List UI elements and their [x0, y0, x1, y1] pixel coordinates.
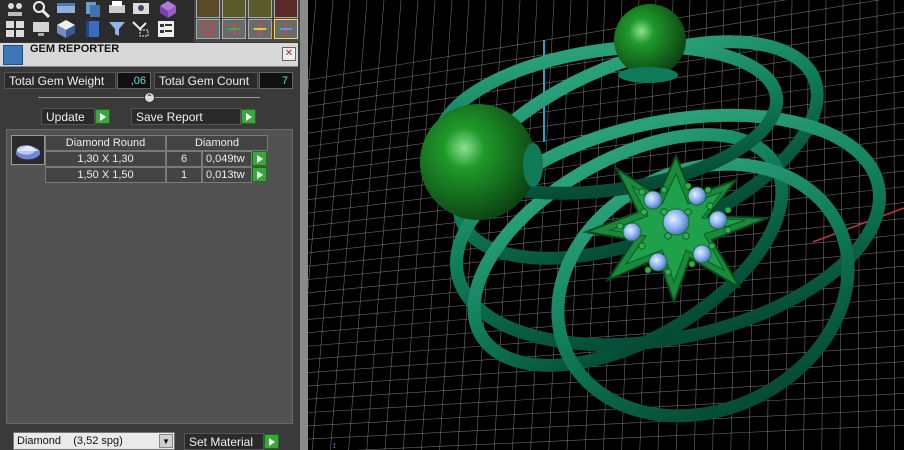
prong — [724, 206, 732, 214]
print-icon[interactable] — [106, 0, 128, 20]
prong — [660, 186, 668, 194]
prong — [684, 182, 692, 190]
report-area: Diamond Round Diamond 1,30 X 1,30 6 0,04… — [6, 129, 293, 424]
set-material-go-icon[interactable] — [264, 434, 279, 449]
material-select[interactable]: Diamond (3,52 spg) ▼ — [13, 432, 175, 450]
row-2-select-icon[interactable] — [252, 167, 267, 182]
row-2-weight: 0,013tw — [202, 167, 252, 183]
copy-icon[interactable] — [82, 0, 104, 20]
row-1-size: 1,30 X 1,30 — [45, 151, 166, 167]
column-header-shape: Diamond Round — [45, 135, 166, 151]
save-report-go-icon[interactable] — [241, 109, 256, 124]
gem-stone — [692, 244, 712, 264]
prong — [638, 242, 646, 250]
prong — [708, 242, 716, 250]
total-count-label: Total Gem Count — [154, 72, 258, 89]
prong — [660, 208, 668, 216]
column-header-material: Diamond — [166, 135, 268, 151]
chevron-down-icon[interactable]: ▼ — [159, 434, 173, 448]
total-weight-label: Total Gem Weight — [4, 72, 116, 89]
gem-stone — [622, 222, 642, 242]
ring-scene: ↕ — [308, 0, 904, 450]
cube-icon[interactable] — [55, 19, 77, 39]
prong — [684, 208, 692, 216]
gem-stone — [687, 186, 707, 206]
grid-line — [308, 0, 317, 93]
diamond-thumbnail — [11, 135, 45, 165]
pivot-icon[interactable] — [274, 19, 298, 39]
scale-icon[interactable] — [248, 0, 272, 18]
filter-icon[interactable] — [106, 19, 128, 39]
panel-splitter[interactable] — [300, 0, 308, 450]
prong — [706, 202, 714, 210]
material-select-value: Diamond (3,52 spg) — [17, 435, 123, 447]
set-material-button[interactable]: Set Material — [184, 433, 264, 450]
top-sphere-collar — [618, 67, 678, 83]
prong — [682, 232, 690, 240]
row-2-size: 1,50 X 1,50 — [45, 167, 166, 183]
gem-reporter-icon — [3, 45, 23, 65]
grid-line — [402, 0, 436, 450]
transform-toolbar — [194, 0, 300, 42]
gem-stone — [643, 190, 663, 210]
update-button[interactable]: Update — [41, 108, 95, 125]
main-toolbar — [0, 0, 300, 42]
cursor-icon[interactable] — [4, 0, 26, 20]
prong — [664, 268, 672, 276]
gem-cube-icon[interactable] — [157, 0, 179, 20]
gizmo-icon[interactable] — [248, 19, 272, 39]
row-1-count: 6 — [166, 151, 202, 167]
view-icon[interactable] — [55, 0, 77, 20]
transform-icon[interactable] — [222, 19, 246, 39]
panel-header: GEM REPORTER ✕ — [0, 43, 298, 67]
gem-reporter-panel: GEM REPORTER ✕ Total Gem Weight ,06 Tota… — [0, 0, 300, 450]
row-2-count: 1 — [166, 167, 202, 183]
grid-line — [421, 0, 453, 450]
total-weight-value: ,06 — [117, 72, 151, 89]
gem-stone — [708, 210, 728, 230]
grid-line — [354, 424, 904, 450]
panel-title: GEM REPORTER — [30, 43, 120, 55]
row-1-weight: 0,049tw — [202, 151, 252, 167]
grid-line — [893, 0, 895, 450]
gem-stone — [648, 252, 668, 272]
prong — [724, 226, 732, 234]
prong — [704, 186, 712, 194]
paint-icon[interactable] — [196, 0, 220, 18]
camera-icon[interactable] — [130, 0, 152, 20]
close-icon[interactable]: ✕ — [282, 47, 296, 61]
3d-viewport[interactable]: ↕ — [308, 0, 904, 450]
axis-icon[interactable] — [274, 0, 298, 18]
select-icon[interactable] — [130, 19, 152, 39]
prong — [640, 208, 648, 216]
move-icon[interactable] — [222, 0, 246, 18]
zoom-icon[interactable] — [30, 0, 52, 20]
grid-line — [308, 409, 904, 440]
prong — [638, 188, 646, 196]
rotate-icon[interactable] — [196, 19, 220, 39]
prong — [664, 232, 672, 240]
update-go-icon[interactable] — [95, 109, 110, 124]
top-sphere — [614, 4, 686, 76]
total-count-value: 7 — [259, 72, 293, 89]
monitor-icon[interactable] — [30, 19, 52, 39]
grid-line — [348, 0, 385, 450]
size-slider-knob[interactable]: ⌃ — [144, 92, 155, 103]
axis-indicator: ↕ — [332, 440, 337, 450]
layout-icon[interactable] — [4, 19, 26, 39]
large-sphere — [420, 104, 536, 220]
prong — [616, 222, 624, 230]
row-1-select-icon[interactable] — [252, 151, 267, 166]
save-report-button[interactable]: Save Report — [131, 108, 241, 125]
sphere-collar — [523, 143, 543, 187]
list-icon[interactable] — [155, 19, 177, 39]
prong — [688, 260, 696, 268]
grid-line — [384, 0, 419, 450]
grid-line — [475, 0, 504, 450]
book-icon[interactable] — [82, 19, 104, 39]
prong — [644, 266, 652, 274]
